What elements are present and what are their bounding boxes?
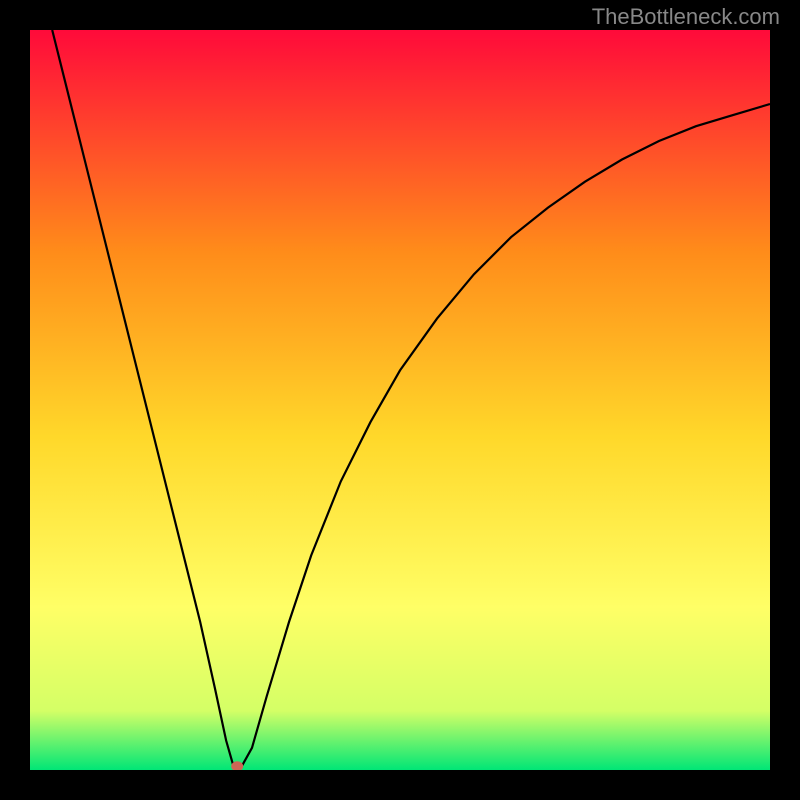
chart-plot-area	[30, 30, 770, 770]
watermark-text: TheBottleneck.com	[592, 4, 780, 30]
chart-svg	[30, 30, 770, 770]
